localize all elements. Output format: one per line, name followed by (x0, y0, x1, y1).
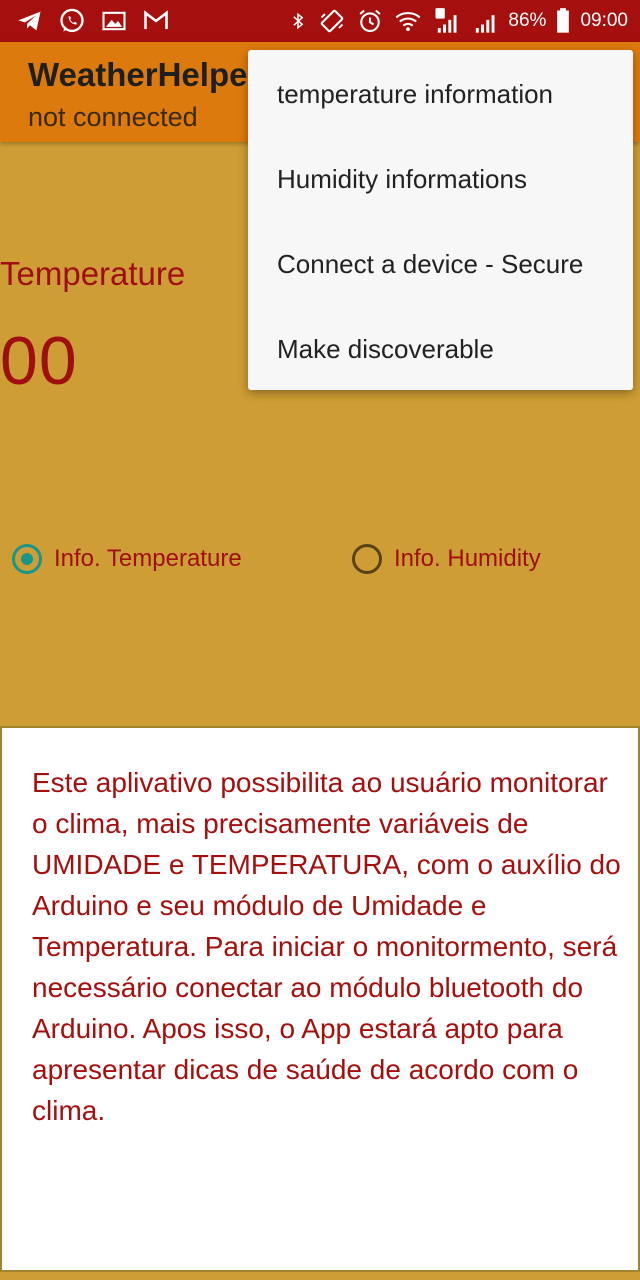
radio-unselected-icon[interactable] (352, 544, 382, 574)
temperature-value: 00 (0, 323, 78, 399)
battery-percent: 86% (508, 10, 547, 31)
radio-selected-icon[interactable] (12, 544, 42, 574)
menu-item-connect-device-secure[interactable]: Connect a device - Secure (248, 220, 633, 305)
alarm-icon (359, 9, 382, 32)
whatsapp-icon (60, 8, 84, 33)
status-bar: 86% 09:00 (0, 0, 640, 42)
clock: 09:00 (580, 10, 628, 31)
menu-item-humidity-informations[interactable]: Humidity informations (248, 135, 633, 220)
telegram-icon (18, 11, 41, 31)
system-icons: 86% 09:00 (288, 6, 628, 36)
radio-info-humidity[interactable]: Info. Humidity (352, 544, 541, 574)
bluetooth-icon (293, 12, 304, 30)
gmail-icon (144, 10, 168, 30)
menu-item-temperature-information[interactable]: temperature information (248, 50, 633, 135)
notification-icons (16, 6, 170, 36)
app-title: WeatherHelpe (28, 56, 248, 93)
radio-label-temperature: Info. Temperature (54, 545, 242, 572)
signal-sim1-icon (435, 8, 457, 33)
wifi-icon (396, 12, 421, 32)
overflow-menu: temperature information Humidity informa… (248, 50, 633, 390)
connection-status: not connected (28, 102, 198, 132)
battery-icon (557, 8, 570, 33)
info-text: Este aplivativo possibilita ao usuário m… (32, 767, 621, 1126)
vibrate-icon (321, 9, 344, 33)
gallery-icon (102, 11, 126, 31)
info-panel: Este aplivativo possibilita ao usuário m… (0, 726, 640, 1272)
radio-label-humidity: Info. Humidity (394, 545, 541, 572)
temperature-label: Temperature (0, 255, 186, 292)
radio-info-temperature[interactable]: Info. Temperature (12, 544, 242, 574)
signal-sim2-icon (476, 15, 495, 33)
menu-item-make-discoverable[interactable]: Make discoverable (248, 305, 633, 390)
